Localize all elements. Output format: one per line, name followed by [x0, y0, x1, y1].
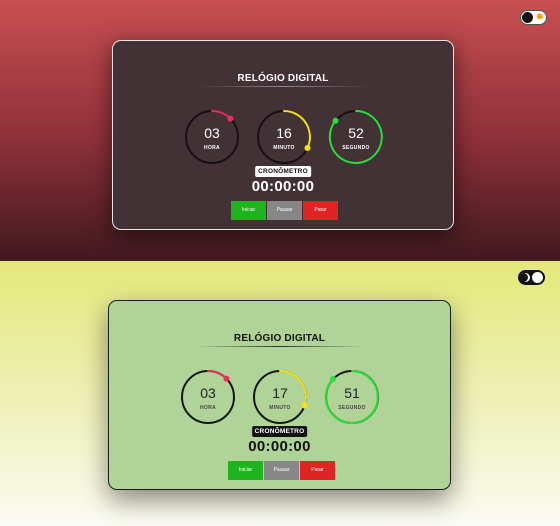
second-label: SEGUNDO [338, 405, 366, 411]
stopwatch-label: CRONÔMETRO [251, 426, 308, 437]
sun-icon: ✹ [535, 12, 544, 23]
pause-button[interactable]: Pausar [267, 201, 302, 220]
clock-card-light: RELÓGIO DIGITAL 03 HORA 17 MINUTO 51 SEG… [108, 300, 451, 490]
hour-label: HORA [204, 145, 220, 151]
minute-label: MINUTO [269, 405, 291, 411]
page-title: RELÓGIO DIGITAL [233, 333, 326, 344]
start-button[interactable]: Iniciar [231, 201, 266, 220]
minute-label: MINUTO [273, 145, 295, 151]
stop-button[interactable]: Parar [300, 461, 335, 480]
minute-value: 17 [272, 385, 288, 401]
stopwatch-time: 00:00:00 [248, 438, 311, 455]
title-divider [194, 346, 366, 347]
hour-dial: 03 HORA [183, 108, 241, 166]
hour-dial: 03 HORA [179, 368, 237, 426]
stopwatch-time: 00:00:00 [251, 178, 315, 195]
second-value: 52 [348, 125, 364, 141]
pause-button[interactable]: Pausar [264, 461, 299, 480]
stopwatch-label: CRONÔMETRO [255, 166, 311, 177]
stop-button[interactable]: Parar [303, 201, 338, 220]
minute-value: 16 [276, 125, 292, 141]
hour-value: 03 [204, 125, 220, 141]
page-title: RELÓGIO DIGITAL [237, 73, 329, 84]
title-divider [198, 86, 370, 87]
second-label: SEGUNDO [342, 145, 370, 151]
minute-dial: 16 MINUTO [255, 108, 313, 166]
second-dial: 52 SEGUNDO [327, 108, 385, 166]
moon-icon [521, 273, 530, 282]
minute-dial: 17 MINUTO [251, 368, 309, 426]
theme-toggle-light[interactable] [518, 270, 545, 285]
hour-value: 03 [200, 385, 216, 401]
second-value: 51 [344, 385, 360, 401]
toggle-knob [522, 12, 533, 23]
hour-label: HORA [200, 405, 216, 411]
toggle-knob [532, 272, 543, 283]
theme-toggle-dark[interactable]: ✹ [520, 10, 547, 25]
clock-card-dark: RELÓGIO DIGITAL 03 HORA 16 MINUTO 52 SEG… [112, 40, 454, 230]
second-dial: 51 SEGUNDO [323, 368, 381, 426]
start-button[interactable]: Iniciar [228, 461, 263, 480]
